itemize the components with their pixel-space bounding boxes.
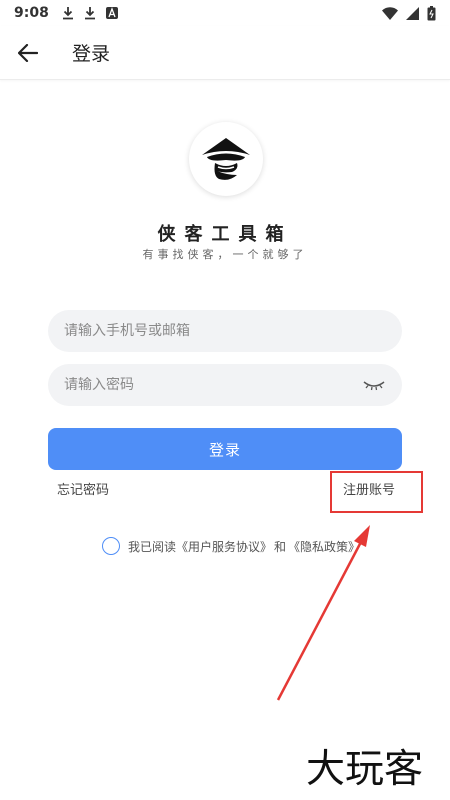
agreement-and: 和	[274, 539, 287, 554]
app-slogan: 有事找侠客，一个就够了	[142, 248, 308, 261]
password-toggle-button[interactable]	[362, 377, 386, 393]
account-input[interactable]	[64, 323, 386, 339]
hat-logo-icon	[202, 138, 250, 180]
app-name: 侠客工具箱	[157, 224, 293, 245]
app-logo	[189, 122, 263, 196]
account-field	[48, 310, 402, 352]
back-button[interactable]	[0, 26, 56, 80]
password-input[interactable]	[64, 377, 362, 393]
download-icon	[62, 7, 73, 20]
app-store-icon	[105, 7, 118, 19]
app-bar: 登录	[0, 26, 450, 80]
privacy-link[interactable]: 《隐私政策》	[288, 538, 360, 555]
page-title: 登录	[72, 43, 111, 65]
login-button[interactable]: 登录	[48, 428, 402, 470]
wifi-icon	[382, 6, 398, 20]
arrow-left-icon	[18, 43, 38, 62]
forgot-password-link[interactable]: 忘记密码	[57, 479, 109, 498]
agreement-checkbox[interactable]	[102, 537, 120, 555]
status-bar: 9:08	[0, 0, 450, 26]
status-time: 9:08	[14, 5, 49, 21]
agreement-prefix: 我已阅读	[128, 539, 177, 554]
download-icon	[84, 7, 95, 20]
terms-link[interactable]: 《用户服务协议》	[176, 538, 272, 555]
signal-icon	[406, 6, 419, 20]
highlight-annotation-box	[330, 471, 423, 513]
agreement-row: 我已阅读 《用户服务协议》 和 《隐私政策》	[102, 537, 360, 555]
battery-icon	[427, 5, 436, 20]
password-field	[48, 364, 402, 406]
eye-closed-icon	[363, 381, 385, 391]
svg-text:大玩客: 大玩客	[306, 747, 423, 792]
